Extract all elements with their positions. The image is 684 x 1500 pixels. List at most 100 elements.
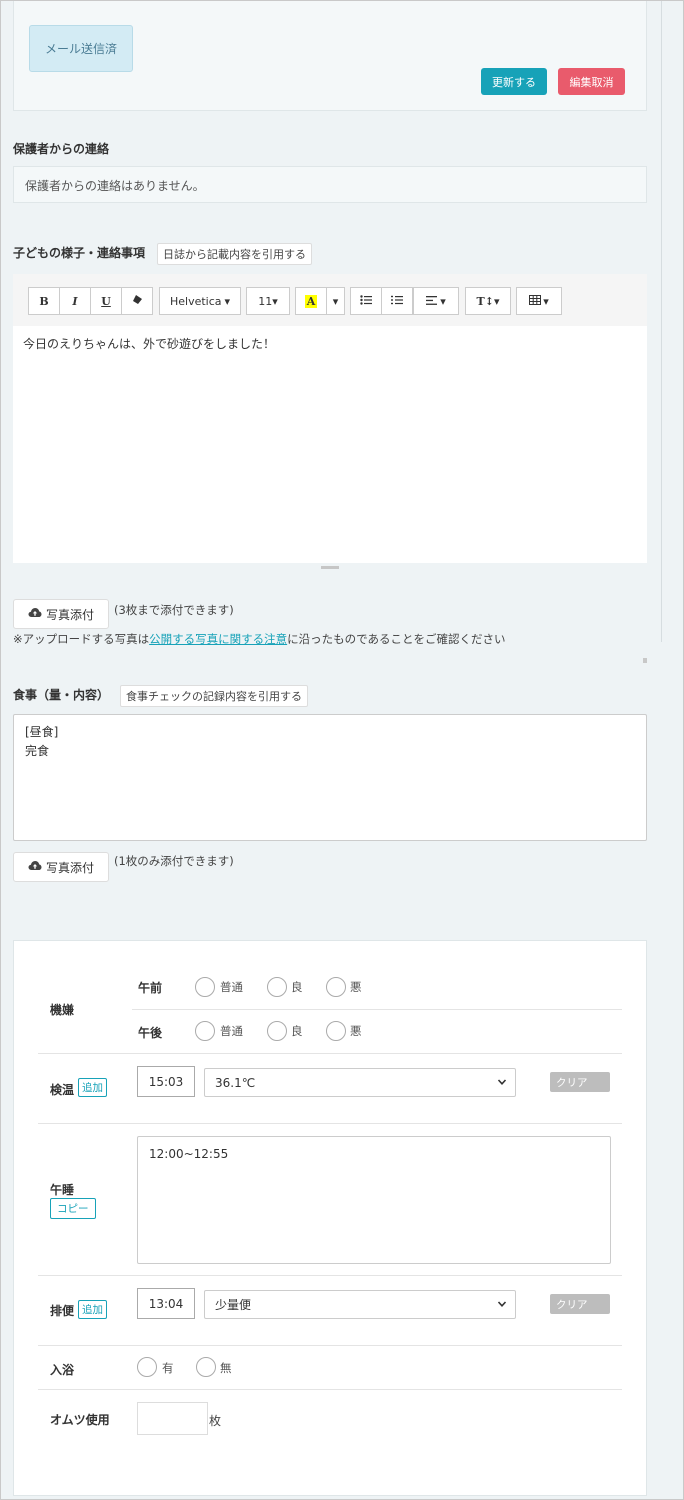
diaper-count-input[interactable] [137, 1402, 208, 1435]
mood-pm-bad-label: 悪 [350, 1024, 362, 1038]
cloud-upload-icon [28, 860, 42, 874]
chevron-down-icon [497, 1076, 507, 1090]
caret-down-icon: ▾ [543, 294, 549, 308]
photo-notice-suffix: に沿ったものであることをご確認ください [287, 632, 506, 646]
scroll-rail [661, 0, 662, 642]
photo-limit-note: (3枚まで添付できます) [114, 603, 234, 617]
guardian-message: 保護者からの連絡はありません。 [13, 166, 647, 203]
divider [38, 1053, 622, 1054]
table-icon [529, 294, 542, 308]
photo-notice: ※アップロードする写真は公開する写真に関する注意に沿ったものであることをご確認く… [13, 631, 506, 647]
mood-am-bad-label: 悪 [350, 980, 362, 994]
mood-am-normal-radio[interactable] [195, 977, 215, 997]
update-button[interactable]: 更新する [481, 68, 547, 95]
mood-am-label: 午前 [138, 981, 163, 995]
eraser-icon [132, 294, 143, 308]
text-color-button[interactable]: A [295, 287, 327, 315]
diaper-unit: 枚 [209, 1414, 222, 1428]
nap-label: 午睡 [50, 1183, 75, 1197]
mood-am-good-radio[interactable] [267, 977, 287, 997]
excretion-time-input[interactable]: 13:04 [137, 1288, 195, 1319]
mood-am-good-label: 良 [291, 980, 303, 994]
mood-pm-bad-radio[interactable] [326, 1021, 346, 1041]
editor-toolbar: B I U Helvetica ▾ 11 ▾ A ▾ ▾ T↕ ▾ ▾ [13, 274, 647, 326]
cloud-upload-icon [28, 607, 42, 621]
meal-photo-limit-note: (1枚のみ添付できます) [114, 854, 234, 868]
divider [38, 1389, 622, 1390]
underline-button[interactable]: U [90, 287, 122, 315]
scroll-marker [643, 658, 647, 663]
excretion-add-tag[interactable]: 追加 [78, 1300, 107, 1319]
nap-copy-tag[interactable]: コピー [50, 1198, 96, 1219]
caret-down-icon: ▾ [440, 294, 446, 308]
excretion-label: 排便 [50, 1304, 75, 1318]
cancel-edit-button[interactable]: 編集取消 [558, 68, 625, 95]
mood-pm-good-label: 良 [291, 1024, 303, 1038]
font-family-label: Helvetica [169, 294, 222, 308]
table-dropdown[interactable]: ▾ [516, 287, 562, 315]
font-size-label: 11 [258, 294, 273, 308]
mood-am-normal-label: 普通 [220, 980, 243, 994]
temperature-add-tag[interactable]: 追加 [78, 1078, 107, 1097]
photo-notice-prefix: ※アップロードする写真は [13, 632, 150, 646]
bath-label: 入浴 [50, 1363, 75, 1377]
eraser-button[interactable] [121, 287, 153, 315]
meal-textarea[interactable]: [昼食] 完食 [13, 714, 647, 841]
caret-down-icon: ▾ [332, 294, 339, 308]
text-color-dropdown[interactable]: ▾ [326, 287, 345, 315]
child-notes-editor[interactable]: 今日のえりちゃんは、外で砂遊びをしました！ [13, 326, 647, 563]
attach-meal-photo-label: 写真添付 [45, 860, 94, 875]
font-size-dropdown[interactable]: 11 ▾ [246, 287, 290, 315]
child-notes-heading: 子どもの様子・連絡事項 [13, 246, 146, 260]
temperature-clear-button[interactable]: クリア [550, 1072, 610, 1092]
bath-no-label: 無 [220, 1361, 232, 1375]
nap-textarea[interactable]: 12:00~12:55 [137, 1136, 611, 1264]
temperature-select[interactable]: 36.1℃ [204, 1068, 516, 1097]
bath-yes-label: 有 [162, 1361, 174, 1375]
mood-pm-label: 午後 [138, 1026, 163, 1040]
bullet-list-button[interactable] [350, 287, 382, 315]
temperature-value: 36.1℃ [215, 1075, 256, 1090]
excretion-value: 少量便 [215, 1298, 252, 1312]
bath-no-radio[interactable] [196, 1357, 216, 1377]
resize-grip-icon[interactable] [321, 566, 339, 569]
align-dropdown[interactable]: ▾ [413, 287, 459, 315]
cite-meal-button[interactable]: 食事チェックの記録内容を引用する [120, 685, 308, 707]
mood-label: 機嫌 [50, 1003, 75, 1017]
caret-down-icon: ▾ [224, 294, 231, 308]
numbered-list-button[interactable] [381, 287, 413, 315]
caret-down-icon: ▾ [272, 294, 278, 308]
bullet-list-icon [360, 294, 372, 308]
caret-down-icon: ▾ [493, 294, 500, 308]
temperature-label: 検温 [50, 1083, 75, 1097]
attach-photo-button[interactable]: 写真添付 [13, 599, 109, 629]
mood-pm-normal-radio[interactable] [195, 1021, 215, 1041]
attach-meal-photo-button[interactable]: 写真添付 [13, 852, 109, 882]
temperature-time-input[interactable]: 15:03 [137, 1066, 195, 1097]
mood-pm-normal-label: 普通 [220, 1024, 243, 1038]
numbered-list-icon [391, 295, 403, 308]
divider [38, 1275, 622, 1276]
guardian-heading: 保護者からの連絡 [13, 142, 110, 156]
bold-button[interactable]: B [28, 287, 60, 315]
diaper-label: オムツ使用 [50, 1413, 110, 1427]
excretion-select[interactable]: 少量便 [204, 1290, 516, 1319]
excretion-clear-button[interactable]: クリア [550, 1294, 610, 1314]
mood-pm-good-radio[interactable] [267, 1021, 287, 1041]
bath-yes-radio[interactable] [137, 1357, 157, 1377]
cite-diary-button[interactable]: 日誌から記載内容を引用する [157, 243, 312, 265]
divider [38, 1345, 622, 1346]
mood-am-bad-radio[interactable] [326, 977, 346, 997]
photo-policy-link[interactable]: 公開する写真に関する注意 [149, 632, 287, 646]
line-height-dropdown[interactable]: T↕ ▾ [465, 287, 511, 315]
line-height-icon: T↕ [476, 294, 494, 308]
italic-button[interactable]: I [59, 287, 91, 315]
align-left-icon [426, 295, 438, 308]
mail-sent-badge: メール送信済 [29, 25, 133, 72]
font-family-dropdown[interactable]: Helvetica ▾ [159, 287, 241, 315]
meal-heading: 食事（量・内容） [13, 688, 110, 702]
text-color-icon: A [304, 294, 318, 308]
divider [38, 1123, 622, 1124]
divider [132, 1009, 622, 1010]
chevron-down-icon [497, 1298, 507, 1312]
